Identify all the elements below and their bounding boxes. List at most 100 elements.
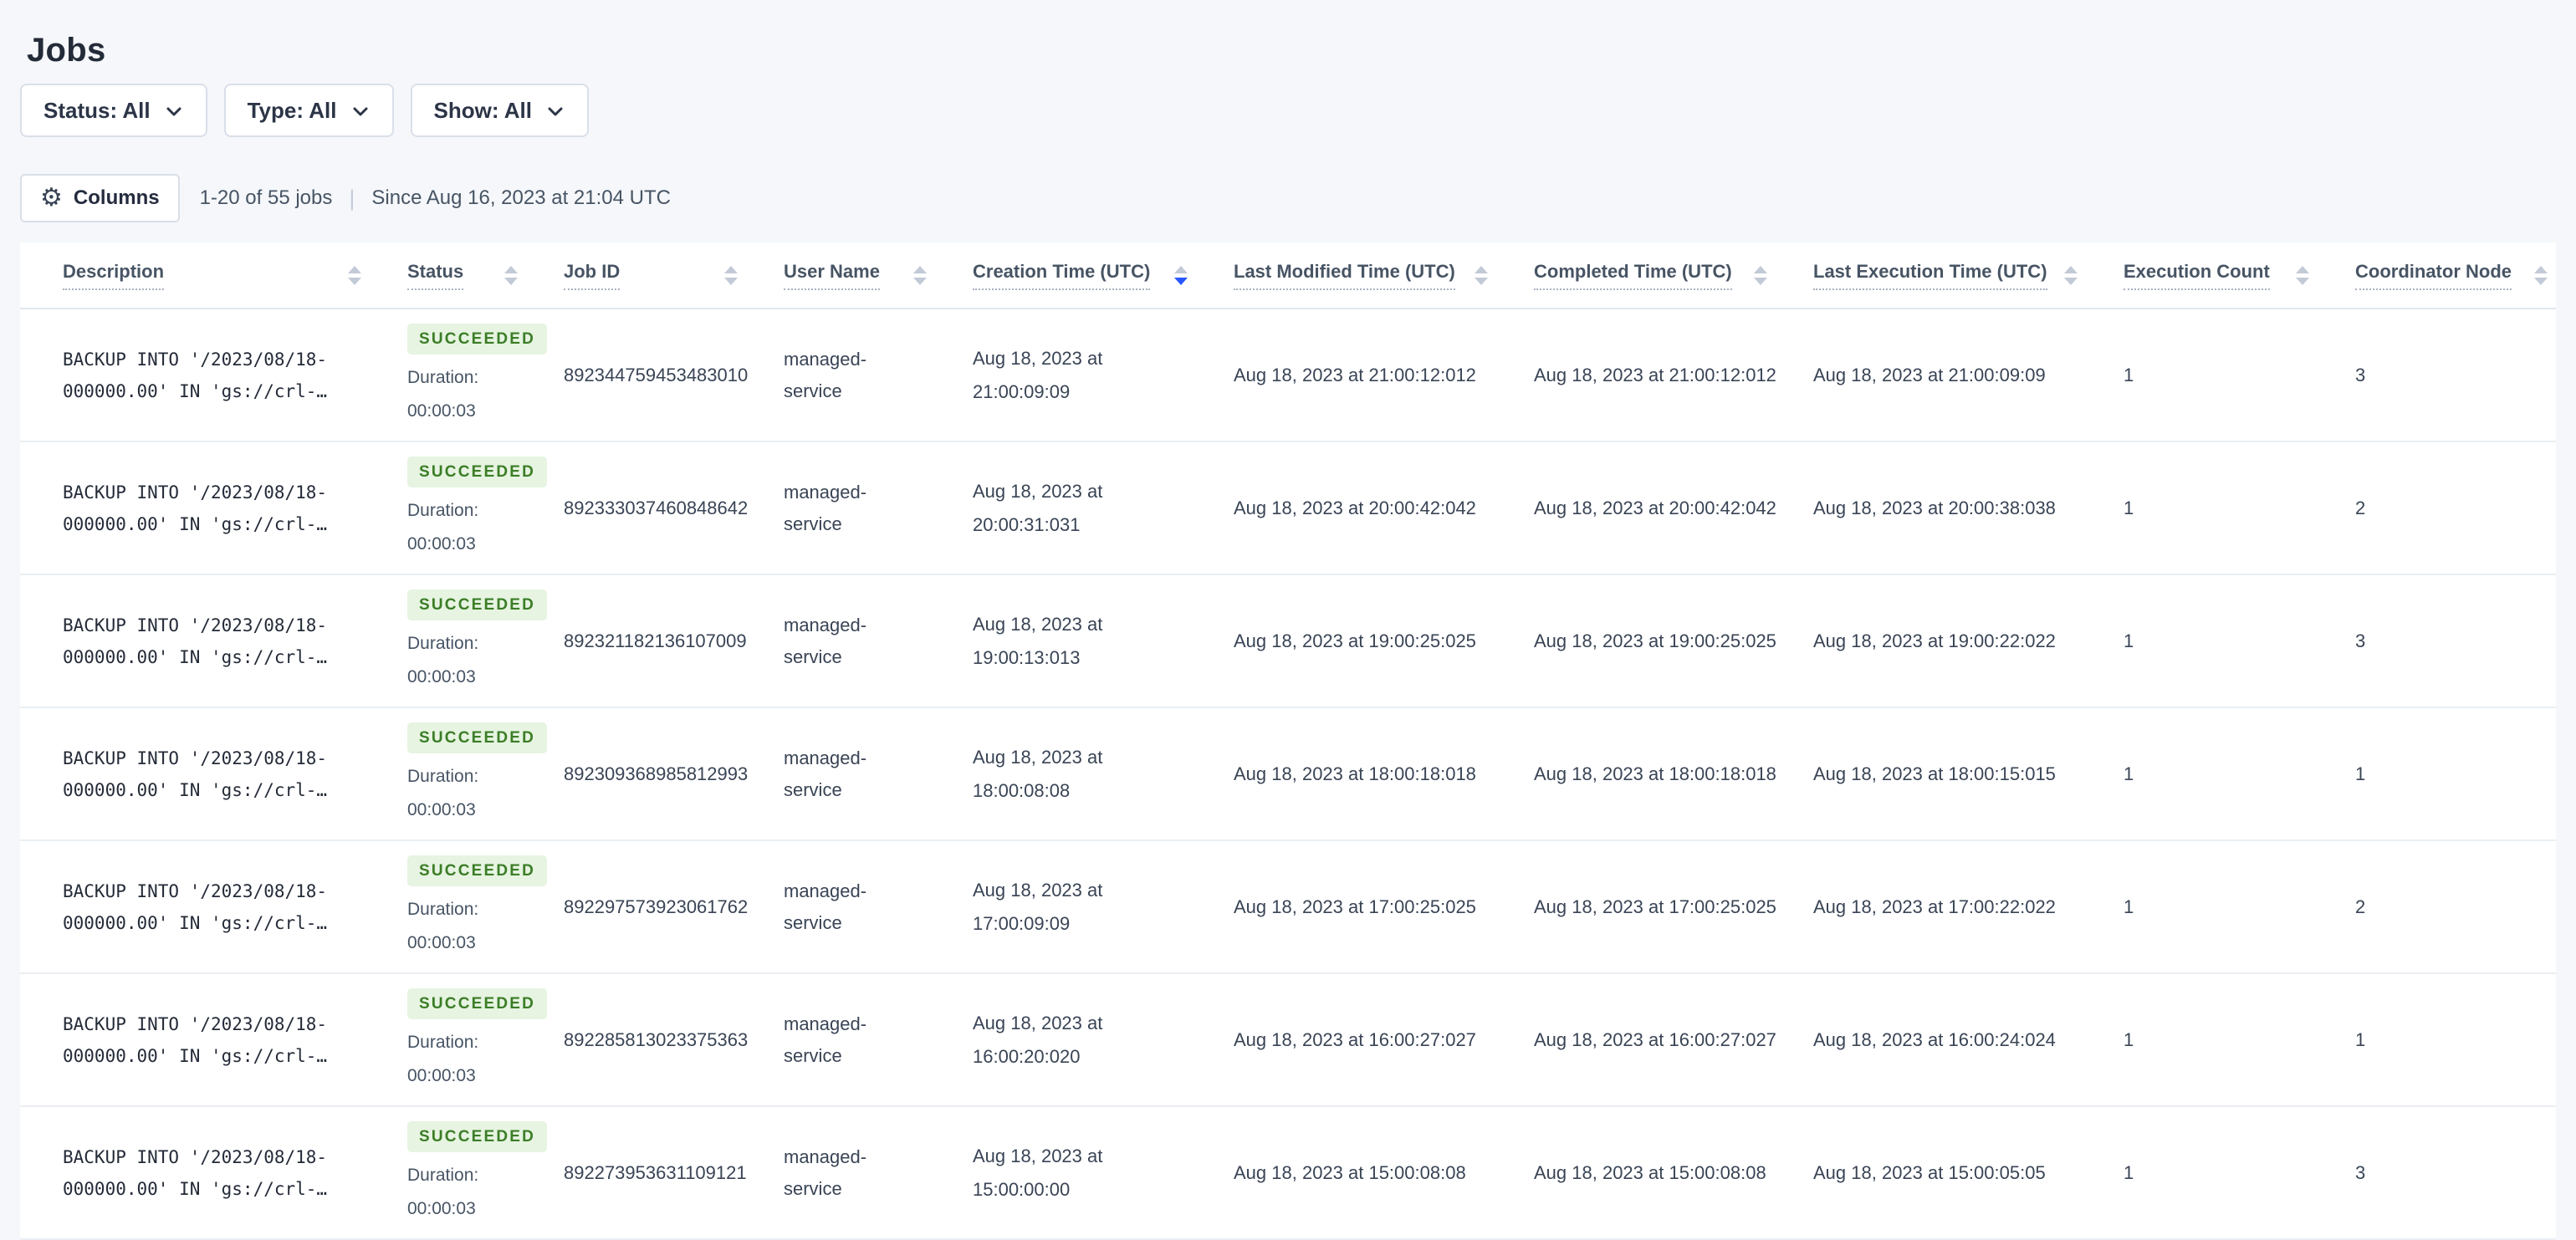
- last-modified-time-cell: Aug 18, 2023 at 15:00:08:08: [1234, 1161, 1466, 1183]
- sort-control[interactable]: [724, 265, 738, 285]
- table-row: BACKUP INTO '/2023/08/18-000000.00' IN '…: [20, 1107, 2556, 1240]
- column-header-label: Description: [63, 261, 165, 290]
- sort-control[interactable]: [2064, 265, 2078, 285]
- status-badge: SUCCEEDED: [407, 323, 548, 355]
- sort-down-icon[interactable]: [913, 277, 927, 285]
- column-header-label: Execution Count: [2124, 261, 2270, 290]
- last-execution-time-cell: Aug 18, 2023 at 19:00:22:022: [1813, 630, 2056, 651]
- sort-control[interactable]: [348, 265, 361, 285]
- coordinator-node-cell: 3: [2355, 364, 2366, 385]
- column-header-label: Completed Time (UTC): [1534, 261, 1732, 290]
- description-cell[interactable]: BACKUP INTO '/2023/08/18-000000.00' IN '…: [63, 1008, 327, 1072]
- sort-down-icon[interactable]: [504, 277, 518, 285]
- column-header[interactable]: Last Execution Time (UTC): [1813, 261, 2124, 290]
- sort-control[interactable]: [1475, 265, 1488, 285]
- execution-count-cell: 1: [2124, 896, 2134, 917]
- column-header-label: User Name: [784, 261, 880, 290]
- description-cell[interactable]: BACKUP INTO '/2023/08/18-000000.00' IN '…: [63, 1141, 327, 1205]
- chevron-down-icon: [166, 107, 181, 116]
- duration-label: Duration:: [407, 634, 479, 654]
- sort-control[interactable]: [913, 265, 927, 285]
- column-header[interactable]: Status: [407, 261, 564, 290]
- results-summary: 1-20 of 55 jobs | Since Aug 16, 2023 at …: [200, 186, 671, 212]
- sort-down-icon[interactable]: [348, 277, 361, 285]
- creation-time-cell: Aug 18, 2023 at 17:00:09:09: [973, 879, 1103, 934]
- sort-down-icon[interactable]: [724, 277, 738, 285]
- sort-up-icon[interactable]: [724, 265, 738, 273]
- column-header[interactable]: Completed Time (UTC): [1534, 261, 1813, 290]
- description-cell[interactable]: BACKUP INTO '/2023/08/18-000000.00' IN '…: [63, 610, 327, 673]
- last-modified-time-cell: Aug 18, 2023 at 17:00:25:025: [1234, 896, 1476, 917]
- sort-control[interactable]: [504, 265, 518, 285]
- column-header[interactable]: User Name: [784, 261, 973, 290]
- column-header[interactable]: Job ID: [564, 261, 784, 290]
- job-id-cell[interactable]: 892273953631109121: [564, 1162, 784, 1184]
- column-header[interactable]: Creation Time (UTC): [973, 261, 1234, 290]
- coordinator-node-cell: 3: [2355, 1161, 2366, 1183]
- execution-count-cell: 1: [2124, 1028, 2134, 1050]
- job-id-cell[interactable]: 892333037460848642: [564, 498, 784, 519]
- user-name-cell: managed-service: [784, 747, 867, 800]
- filter-dropdown[interactable]: Show: All: [410, 84, 589, 137]
- duration-label: Duration:: [407, 501, 479, 521]
- sort-down-icon[interactable]: [2534, 277, 2548, 285]
- last-execution-time-cell: Aug 18, 2023 at 18:00:15:015: [1813, 763, 2056, 784]
- last-modified-time-cell: Aug 18, 2023 at 18:00:18:018: [1234, 763, 1476, 784]
- columns-button[interactable]: ⚙ Columns: [20, 174, 180, 222]
- sort-down-icon[interactable]: [1174, 277, 1188, 285]
- column-header[interactable]: Execution Count: [2124, 261, 2355, 290]
- job-id-cell[interactable]: 892321182136107009: [564, 630, 784, 652]
- sort-up-icon[interactable]: [913, 265, 927, 273]
- filter-dropdown[interactable]: Status: All: [20, 84, 207, 137]
- coordinator-node-cell: 2: [2355, 497, 2366, 518]
- sort-down-icon[interactable]: [1754, 277, 1767, 285]
- table-row: BACKUP INTO '/2023/08/18-000000.00' IN '…: [20, 841, 2556, 974]
- column-header-label: Last Modified Time (UTC): [1234, 261, 1455, 290]
- coordinator-node-cell: 1: [2355, 1028, 2366, 1050]
- sort-up-icon[interactable]: [2534, 265, 2548, 273]
- job-id-cell[interactable]: 892309368985812993: [564, 763, 784, 785]
- column-header-label: Last Execution Time (UTC): [1813, 261, 2047, 290]
- sort-control[interactable]: [1754, 265, 1767, 285]
- sort-up-icon[interactable]: [1754, 265, 1767, 273]
- sort-up-icon[interactable]: [1174, 265, 1188, 273]
- jobs-table: Description Status Job ID User Name Crea…: [20, 242, 2556, 1240]
- job-id-cell[interactable]: 892285813023375363: [564, 1029, 784, 1051]
- chevron-down-icon: [548, 107, 563, 116]
- description-cell[interactable]: BACKUP INTO '/2023/08/18-000000.00' IN '…: [63, 742, 327, 806]
- job-id-cell[interactable]: 892344759453483010: [564, 365, 784, 386]
- since-timestamp: Since Aug 16, 2023 at 21:04 UTC: [371, 186, 671, 209]
- filter-dropdown[interactable]: Type: All: [223, 84, 394, 137]
- sort-down-icon[interactable]: [2296, 277, 2309, 285]
- last-execution-time-cell: Aug 18, 2023 at 21:00:09:09: [1813, 364, 2046, 385]
- column-header[interactable]: Coordinator Node: [2355, 261, 2553, 290]
- duration-value: 00:00:03: [407, 800, 476, 820]
- creation-time-cell: Aug 18, 2023 at 16:00:20:020: [973, 1012, 1103, 1067]
- table-row: BACKUP INTO '/2023/08/18-000000.00' IN '…: [20, 974, 2556, 1107]
- status-cell: SUCCEEDED Duration: 00:00:03: [407, 721, 564, 828]
- sort-control[interactable]: [2534, 265, 2548, 285]
- sort-up-icon[interactable]: [1475, 265, 1488, 273]
- sort-down-icon[interactable]: [1475, 277, 1488, 285]
- description-cell[interactable]: BACKUP INTO '/2023/08/18-000000.00' IN '…: [63, 344, 327, 407]
- description-cell[interactable]: BACKUP INTO '/2023/08/18-000000.00' IN '…: [63, 477, 327, 540]
- description-cell[interactable]: BACKUP INTO '/2023/08/18-000000.00' IN '…: [63, 875, 327, 939]
- user-name-cell: managed-service: [784, 1013, 867, 1066]
- job-id-cell[interactable]: 892297573923061762: [564, 896, 784, 918]
- sort-control[interactable]: [2296, 265, 2309, 285]
- sort-up-icon[interactable]: [2296, 265, 2309, 273]
- sort-up-icon[interactable]: [348, 265, 361, 273]
- sort-up-icon[interactable]: [2064, 265, 2078, 273]
- status-badge: SUCCEEDED: [407, 855, 548, 887]
- user-name-cell: managed-service: [784, 614, 867, 667]
- table-toolbar: ⚙ Columns 1-20 of 55 jobs | Since Aug 16…: [20, 174, 2556, 222]
- column-header[interactable]: Description: [63, 261, 407, 290]
- execution-count-cell: 1: [2124, 1161, 2134, 1183]
- sort-down-icon[interactable]: [2064, 277, 2078, 285]
- filter-dropdown-label: Status: All: [43, 97, 151, 123]
- creation-time-cell: Aug 18, 2023 at 18:00:08:08: [973, 746, 1103, 801]
- column-header[interactable]: Last Modified Time (UTC): [1234, 261, 1534, 290]
- sort-up-icon[interactable]: [504, 265, 518, 273]
- sort-control[interactable]: [1174, 265, 1188, 285]
- duration-value: 00:00:03: [407, 534, 476, 554]
